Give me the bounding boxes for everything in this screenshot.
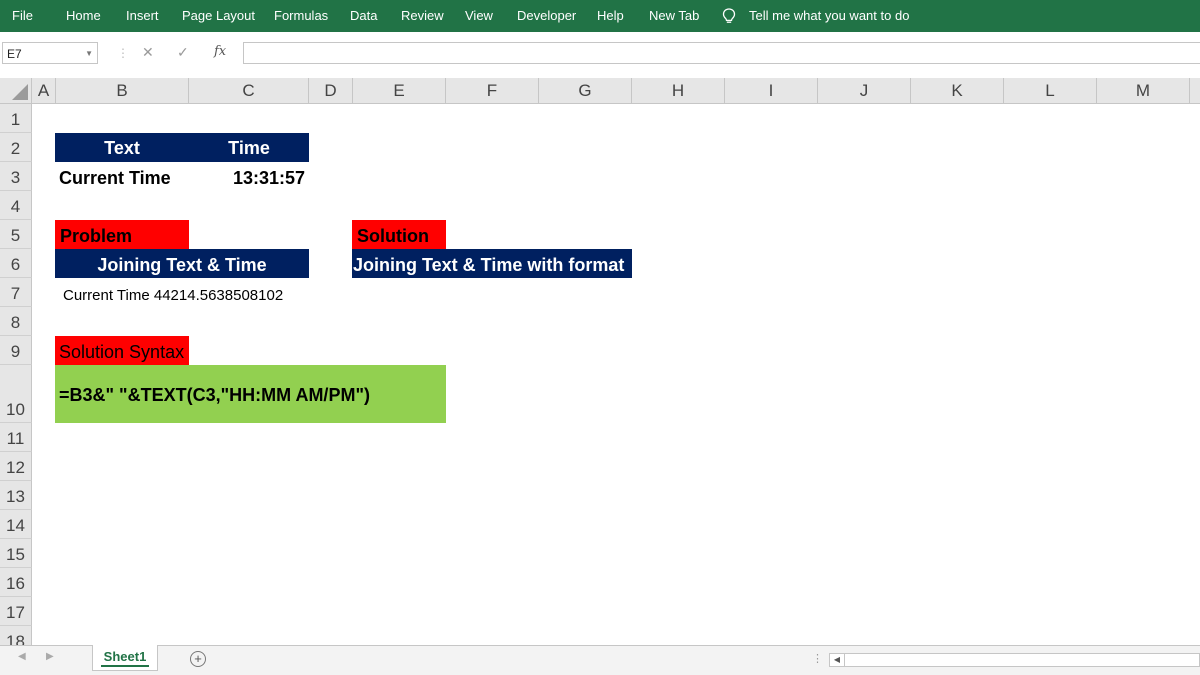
row-header-14[interactable]: 14 <box>0 510 32 539</box>
cancel-icon[interactable]: ✕ <box>142 44 154 61</box>
tab-new-tab[interactable]: New Tab <box>649 0 699 32</box>
cell-b7[interactable]: Current Time 44214.5638508102 <box>63 278 283 307</box>
row-number: 7 <box>10 284 21 303</box>
row-number: 9 <box>10 342 21 361</box>
tab-home[interactable]: Home <box>66 0 101 32</box>
tab-view[interactable]: View <box>465 0 493 32</box>
cell-e5-solution-label[interactable]: Solution <box>352 220 446 249</box>
tab-file[interactable]: File <box>12 0 33 32</box>
row-number: 3 <box>10 168 21 187</box>
column-header-h[interactable]: H <box>632 78 725 104</box>
row-header-7[interactable]: 7 <box>0 278 32 307</box>
column-header-d[interactable]: D <box>309 78 353 104</box>
tell-me-search[interactable]: Tell me what you want to do <box>749 0 909 32</box>
row-header-17[interactable]: 17 <box>0 597 32 626</box>
column-header-j[interactable]: J <box>818 78 911 104</box>
lightbulb-icon <box>722 8 736 23</box>
tab-review[interactable]: Review <box>401 0 444 32</box>
cell-b2-header-text[interactable]: Text <box>55 133 189 162</box>
cell-b6-problem-title[interactable]: Joining Text & Time <box>55 249 309 278</box>
cell-e6-solution-title[interactable]: Joining Text & Time with format <box>352 249 632 278</box>
insert-function-icon[interactable]: fx <box>214 44 226 59</box>
row-header-5[interactable]: 5 <box>0 220 32 249</box>
cell-b5-problem-label[interactable]: Problem <box>55 220 189 249</box>
column-header-g[interactable]: G <box>539 78 632 104</box>
enter-check-icon[interactable]: ✓ <box>177 44 189 61</box>
add-sheet-icon[interactable]: + <box>190 651 206 667</box>
row-header-9[interactable]: 9 <box>0 336 32 365</box>
cell-b10-formula-text[interactable]: =B3&" "&TEXT(C3,"HH:MM AM/PM") <box>55 365 446 423</box>
column-header-i[interactable]: I <box>725 78 818 104</box>
row-header-10[interactable]: 10 <box>0 365 32 423</box>
row-number: 1 <box>10 110 21 129</box>
column-header-b[interactable]: B <box>56 78 189 104</box>
scroll-left-icon[interactable]: ◀ <box>830 654 845 666</box>
worksheet-grid[interactable]: A B C D E F G H I J K L M 1 2 3 4 5 6 7 … <box>0 78 1200 645</box>
split-grip-icon[interactable]: ⋮ <box>812 652 823 665</box>
ribbon-tab-bar: File Home Insert Page Layout Formulas Da… <box>0 0 1200 32</box>
row-number: 13 <box>6 487 25 506</box>
column-header-f[interactable]: F <box>446 78 539 104</box>
row-number: 5 <box>10 226 21 245</box>
row-number: 11 <box>6 429 25 448</box>
row-number: 16 <box>6 574 25 593</box>
name-box-value: E7 <box>7 47 22 61</box>
tab-formulas[interactable]: Formulas <box>274 0 328 32</box>
formula-bar-grip-icon: ⋮ <box>117 46 129 60</box>
row-number: 12 <box>6 458 25 477</box>
column-header-k[interactable]: K <box>911 78 1004 104</box>
row-header-11[interactable]: 11 <box>0 423 32 452</box>
tab-developer[interactable]: Developer <box>517 0 576 32</box>
formula-bar: E7 ▼ ⋮ ✕ ✓ fx <box>0 32 1200 79</box>
row-number: 14 <box>6 516 25 535</box>
cell-b9-solution-syntax[interactable]: Solution Syntax <box>59 336 184 365</box>
row-header-13[interactable]: 13 <box>0 481 32 510</box>
row-number: 2 <box>10 139 21 158</box>
row-header-6[interactable]: 6 <box>0 249 32 278</box>
horizontal-scrollbar[interactable]: ◀ <box>829 653 1200 667</box>
row-header-4[interactable]: 4 <box>0 191 32 220</box>
formula-input[interactable] <box>243 42 1200 64</box>
row-number: 15 <box>6 545 25 564</box>
row-number: 6 <box>10 255 21 274</box>
tab-insert[interactable]: Insert <box>126 0 159 32</box>
row-header-15[interactable]: 15 <box>0 539 32 568</box>
column-header-overflow <box>1190 78 1200 104</box>
tab-help[interactable]: Help <box>597 0 624 32</box>
row-header-12[interactable]: 12 <box>0 452 32 481</box>
scroll-right-sheets-icon[interactable]: ▶ <box>46 651 54 662</box>
cell-b3[interactable]: Current Time <box>59 162 171 191</box>
sheet-tab-bar: ◀ ▶ Sheet1 + ⋮ ◀ <box>0 645 1200 675</box>
column-header-m[interactable]: M <box>1097 78 1190 104</box>
tab-data[interactable]: Data <box>350 0 377 32</box>
row-number: 4 <box>10 197 21 216</box>
tab-page-layout[interactable]: Page Layout <box>182 0 255 32</box>
column-header-c[interactable]: C <box>189 78 309 104</box>
row-header-1[interactable]: 1 <box>0 104 32 133</box>
column-header-e[interactable]: E <box>353 78 446 104</box>
column-header-a[interactable]: A <box>32 78 56 104</box>
sheet-tab-label: Sheet1 <box>103 649 147 664</box>
select-all-button[interactable] <box>0 78 32 104</box>
row-number: 18 <box>6 632 25 645</box>
row-header-8[interactable]: 8 <box>0 307 32 336</box>
row-number: 10 <box>6 400 25 419</box>
chevron-down-icon[interactable]: ▼ <box>85 43 93 65</box>
sheet-tab-sheet1[interactable]: Sheet1 <box>92 645 158 671</box>
column-header-l[interactable]: L <box>1004 78 1097 104</box>
row-number: 17 <box>6 603 25 622</box>
row-header-18[interactable]: 18 <box>0 626 32 645</box>
row-number: 8 <box>10 313 21 332</box>
name-box[interactable]: E7 ▼ <box>2 42 98 64</box>
row-header-16[interactable]: 16 <box>0 568 32 597</box>
cell-c2-header-time[interactable]: Time <box>189 133 309 162</box>
cell-c3[interactable]: 13:31:57 <box>189 162 305 191</box>
scroll-left-sheets-icon[interactable]: ◀ <box>18 651 26 662</box>
row-header-2[interactable]: 2 <box>0 133 32 162</box>
row-header-3[interactable]: 3 <box>0 162 32 191</box>
